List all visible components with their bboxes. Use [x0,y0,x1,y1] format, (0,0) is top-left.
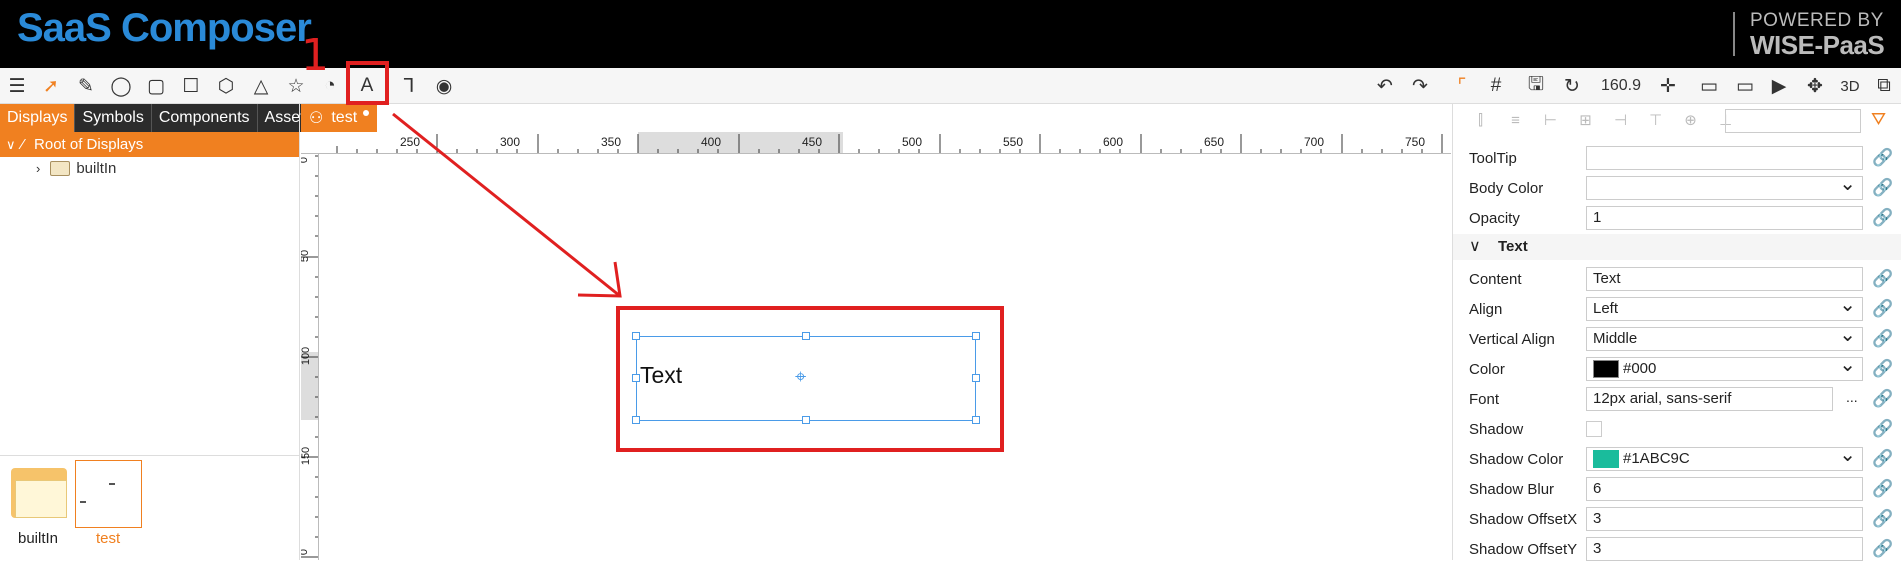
prop-label: Content [1469,271,1522,288]
link-icon[interactable]: 🔗 [1872,509,1893,529]
prop-color: Color #000 🔗 [1453,352,1901,385]
filter-icon[interactable]: ⛛ [1871,109,1886,130]
align-left-icon[interactable]: ⊢ [1537,111,1564,129]
align-left-edge-icon[interactable]: ⫿ [1467,112,1494,129]
link-icon[interactable]: 🔗 [1872,419,1893,439]
content-field[interactable]: Text [1586,267,1863,291]
prop-label: Font [1469,391,1500,408]
shadow-checkbox[interactable] [1586,421,1602,437]
prop-vertical-align: Vertical Align Middle 🔗 [1453,322,1901,355]
section-title: Text [1498,238,1528,255]
prop-content: Content Text 🔗 [1453,265,1901,295]
prop-label: Shadow Color [1469,451,1564,468]
vertical-align-select[interactable]: Middle [1586,322,1863,351]
chevron-down-icon[interactable]: ∨ [1469,236,1481,256]
shadow-offsetx-field[interactable]: 3 [1586,507,1863,531]
body-color-select[interactable] [1586,171,1863,200]
opacity-field[interactable]: 1 [1586,206,1863,230]
align-toolbar: ⫿ ≡ ⊢ ⊞ ⊣ ⊤ ⊕ ⊥ ⛛ [1453,104,1901,136]
prop-label: Shadow OffsetX [1469,511,1578,528]
align-top-icon[interactable]: ⊤ [1642,111,1669,129]
link-icon[interactable]: 🔗 [1872,299,1893,319]
prop-label: Shadow Blur [1469,481,1555,498]
prop-label: ToolTip [1469,150,1517,167]
align-select[interactable]: Left [1586,292,1863,321]
font-more-button[interactable]: ... [1846,389,1858,405]
prop-shadow-offsety: Shadow OffsetY 3 🔗 [1453,535,1901,565]
align-middle-icon[interactable]: ⊕ [1677,111,1704,129]
prop-label: Shadow [1469,421,1524,438]
shadow-color-swatch [1593,450,1619,469]
color-select[interactable]: #000 [1586,352,1863,381]
link-icon[interactable]: 🔗 [1872,148,1893,168]
annotation-box-canvas [616,306,1004,452]
link-icon[interactable]: 🔗 [1872,479,1893,499]
prop-opacity: Opacity 1 🔗 [1453,204,1901,234]
prop-label: Body Color [1469,180,1544,197]
prop-label: Opacity [1469,210,1520,227]
align-h-center-icon[interactable]: ≡ [1502,112,1529,129]
link-icon[interactable]: 🔗 [1872,539,1893,559]
prop-body-color: Body Color 🔗 [1453,171,1901,204]
annotation-box-text-tool [346,61,389,105]
align-right-icon[interactable]: ⊣ [1607,111,1634,129]
section-text[interactable]: ∨ Text [1453,234,1901,260]
color-swatch [1593,360,1619,379]
link-icon[interactable]: 🔗 [1872,178,1893,198]
prop-label: Vertical Align [1469,331,1555,348]
tooltip-field[interactable] [1586,146,1863,170]
prop-font: Font 12px arial, sans-serif ... 🔗 [1453,385,1901,415]
link-icon[interactable]: 🔗 [1872,389,1893,409]
align-center-icon[interactable]: ⊞ [1572,111,1599,129]
prop-tooltip: ToolTip 🔗 [1453,144,1901,174]
prop-label: Shadow OffsetY [1469,541,1578,558]
shadow-color-select[interactable]: #1ABC9C [1586,442,1863,471]
shadow-blur-field[interactable]: 6 [1586,477,1863,501]
link-icon[interactable]: 🔗 [1872,329,1893,349]
shadow-offsety-field[interactable]: 3 [1586,537,1863,561]
prop-shadow-blur: Shadow Blur 6 🔗 [1453,475,1901,505]
font-field[interactable]: 12px arial, sans-serif [1586,387,1833,411]
prop-label: Color [1469,361,1505,378]
color-value: #000 [1623,360,1657,377]
prop-shadow-offsetx: Shadow OffsetX 3 🔗 [1453,505,1901,535]
link-icon[interactable]: 🔗 [1872,359,1893,379]
properties-panel: ⫿ ≡ ⊢ ⊞ ⊣ ⊤ ⊕ ⊥ ⛛ ToolTip 🔗 Body Color 🔗… [1452,104,1901,561]
link-icon[interactable]: 🔗 [1872,208,1893,228]
align-input[interactable] [1725,109,1861,133]
shadow-color-value: #1ABC9C [1623,450,1690,467]
prop-label: Align [1469,301,1503,318]
prop-shadow: Shadow 🔗 [1453,415,1901,445]
prop-shadow-color: Shadow Color #1ABC9C 🔗 [1453,442,1901,475]
annotation-step-1: 1 [301,30,329,81]
link-icon[interactable]: 🔗 [1872,449,1893,469]
prop-align: Align Left 🔗 [1453,292,1901,325]
link-icon-content[interactable]: 🔗 [1872,269,1893,289]
